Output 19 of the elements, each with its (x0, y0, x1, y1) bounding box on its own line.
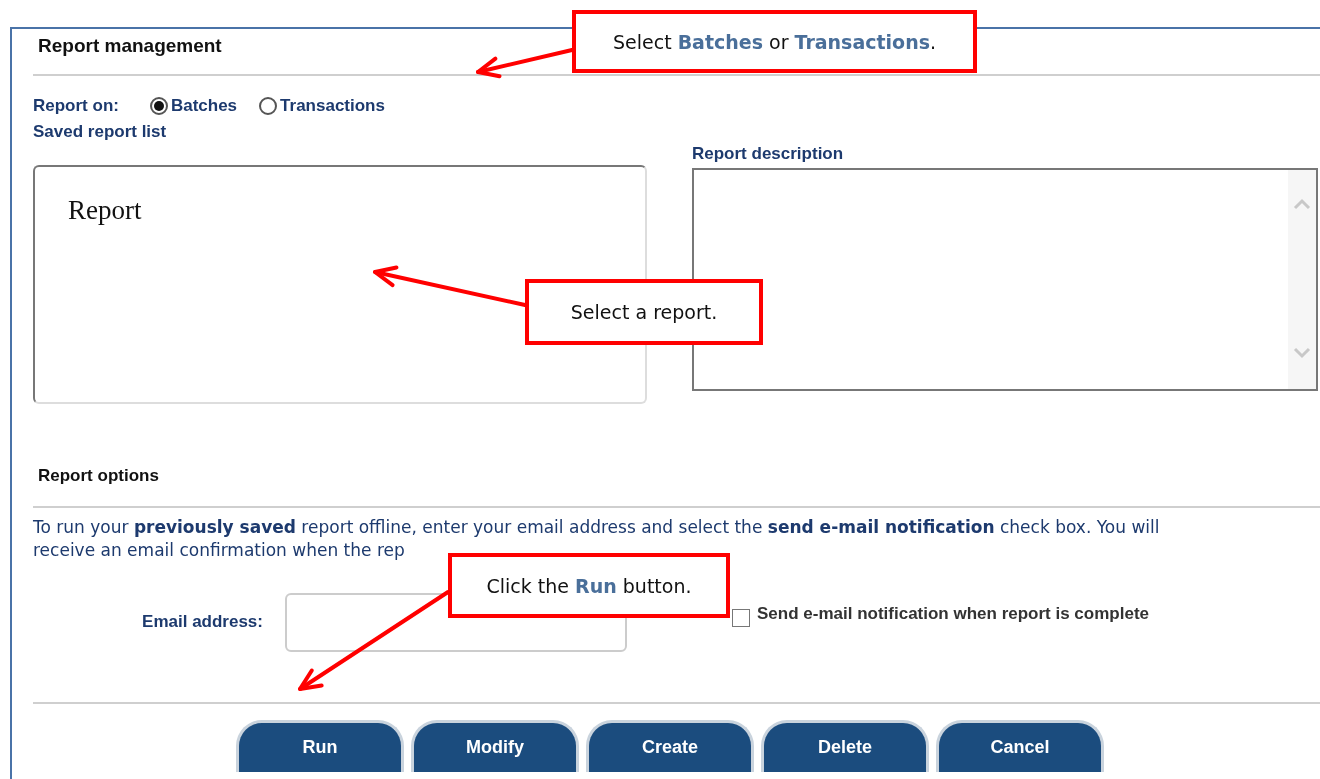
field-label: Email address: (141, 612, 263, 632)
radio-option[interactable]: Batches (149, 96, 238, 116)
list-item[interactable]: Report (66, 195, 144, 226)
field-label: Report description (692, 143, 844, 165)
radio-option[interactable]: Transactions (259, 96, 385, 116)
field-label: Report on: (33, 96, 119, 116)
callout-tooltip: Click the Run button. (448, 553, 730, 618)
action-button[interactable]: Create (586, 720, 754, 772)
section-title: Report options (37, 465, 159, 487)
action-button[interactable]: Run (236, 720, 404, 772)
checkbox[interactable] (732, 609, 750, 627)
field-label: Saved report list (33, 121, 167, 143)
panel-title: Report management (37, 34, 222, 58)
checkbox-label: Send e-mail notification when report is complete (757, 604, 1149, 624)
callout-tooltip: Select Batches or Transactions. (572, 10, 977, 73)
action-button[interactable]: Delete (761, 720, 929, 772)
action-button[interactable]: Modify (411, 720, 579, 772)
action-button[interactable]: Cancel (936, 720, 1104, 772)
callout-tooltip: Select a report. (525, 279, 763, 345)
